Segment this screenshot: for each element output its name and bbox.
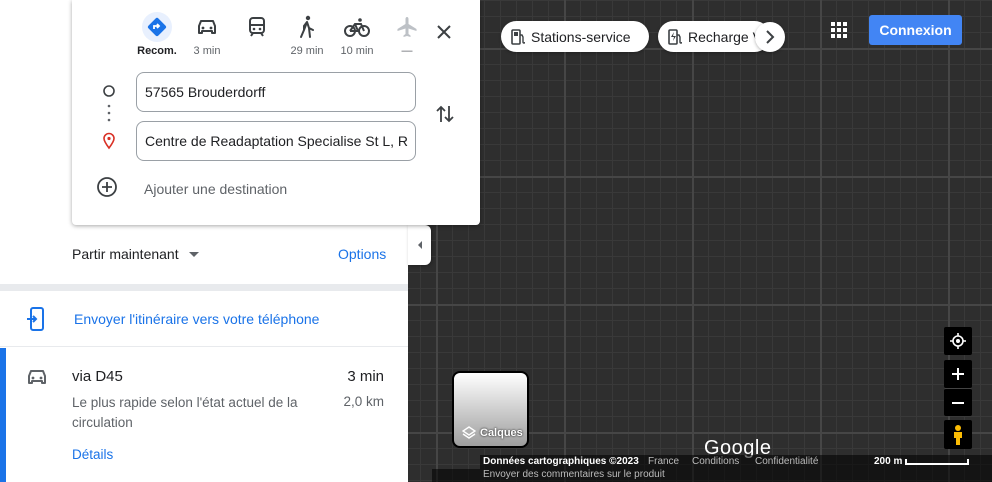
chip-ev-charging[interactable]: Recharge V — [658, 21, 770, 52]
crosshair-icon — [950, 333, 966, 349]
mode-car[interactable]: 3 min — [182, 12, 232, 58]
chip-gas-stations[interactable]: Stations-service — [501, 21, 649, 52]
ev-charging-icon — [668, 28, 682, 45]
bike-icon — [342, 12, 372, 42]
layers-label-group: Calques — [462, 426, 523, 440]
add-destination-button[interactable]: Ajouter une destination — [96, 176, 287, 201]
my-location-button[interactable] — [944, 327, 972, 355]
swap-icon[interactable] — [434, 102, 456, 126]
directions-search-card: Recom. 3 min 29 min 10 min — 57565 Broud… — [72, 0, 480, 225]
mode-label: Recom. — [137, 45, 177, 57]
gas-station-icon — [511, 28, 525, 45]
pegman-icon — [954, 424, 962, 445]
destination-field[interactable]: Centre de Readaptation Specialise St L, … — [136, 121, 416, 161]
chip-label: Recharge V — [688, 28, 762, 45]
layers-label: Calques — [480, 427, 523, 439]
apps-grid-icon[interactable] — [827, 18, 851, 42]
directions-diamond-icon — [142, 12, 172, 42]
depart-time-selector[interactable]: Partir maintenant — [72, 246, 199, 262]
caret-down-icon — [188, 251, 199, 257]
mode-label: 10 min — [340, 45, 374, 57]
depart-label: Partir maintenant — [72, 246, 179, 262]
layers-button[interactable]: Calques — [452, 371, 529, 448]
layers-icon — [462, 426, 476, 439]
plus-icon — [952, 368, 964, 380]
zoom-out-button[interactable] — [944, 388, 972, 416]
scale-label[interactable]: 200 m — [874, 456, 902, 467]
mode-flight[interactable]: — — [382, 12, 432, 58]
chevron-right-icon — [766, 30, 775, 44]
send-to-phone-label: Envoyer l'itinéraire vers votre téléphon… — [74, 311, 320, 327]
route-duration: 3 min — [347, 368, 384, 385]
terms-link[interactable]: Conditions — [692, 456, 739, 467]
zoom-in-button[interactable] — [944, 360, 972, 388]
route-details-link[interactable]: Détails — [72, 447, 113, 462]
chevron-left-icon — [417, 241, 422, 249]
train-icon — [242, 12, 272, 42]
send-to-phone-icon — [26, 307, 46, 336]
route-distance: 2,0 km — [343, 394, 384, 409]
route-description: Le plus rapide selon l'état actuel de la… — [72, 395, 298, 430]
options-link[interactable]: Options — [338, 246, 386, 262]
privacy-link[interactable]: Confidentialité — [755, 456, 818, 467]
mode-label: 29 min — [290, 45, 324, 57]
mode-label: — — [401, 45, 413, 57]
origin-field[interactable]: 57565 Brouderdorff — [136, 72, 416, 112]
walk-icon — [292, 12, 322, 42]
add-destination-label: Ajouter une destination — [144, 180, 288, 197]
car-icon — [192, 12, 222, 42]
airplane-icon — [392, 12, 422, 42]
mode-recommended[interactable]: Recom. — [132, 12, 182, 58]
mode-label: 3 min — [193, 45, 221, 57]
login-button[interactable]: Connexion — [869, 15, 962, 45]
feedback-link[interactable]: Envoyer des commentaires sur le produit — [483, 469, 665, 480]
divider — [0, 284, 408, 291]
add-circle-icon — [96, 176, 118, 201]
street-view-pegman[interactable] — [944, 420, 972, 449]
route-marker-column — [102, 84, 116, 157]
country-link[interactable]: France — [648, 456, 679, 467]
mode-bike[interactable]: 10 min — [332, 12, 382, 58]
minus-icon — [952, 401, 964, 404]
chip-label: Stations-service — [531, 28, 631, 45]
collapse-panel-button[interactable] — [408, 225, 431, 265]
chip-scroll-right-button[interactable] — [755, 22, 785, 52]
map-data-credit: Données cartographiques ©2023 — [483, 456, 639, 467]
close-icon[interactable] — [432, 20, 456, 44]
mode-walk[interactable]: 29 min — [282, 12, 332, 58]
route-via: via D45 — [72, 368, 123, 385]
car-icon — [26, 368, 48, 391]
mode-transit[interactable] — [232, 12, 282, 58]
send-to-phone-row[interactable]: Envoyer l'itinéraire vers votre téléphon… — [0, 291, 408, 347]
scale-bar — [905, 459, 969, 465]
route-option[interactable]: via D45 3 min Le plus rapide selon l'éta… — [0, 348, 408, 482]
travel-modes: Recom. 3 min 29 min 10 min — — [132, 12, 432, 58]
feedback-bar: Envoyer des commentaires sur le produit — [432, 469, 992, 482]
